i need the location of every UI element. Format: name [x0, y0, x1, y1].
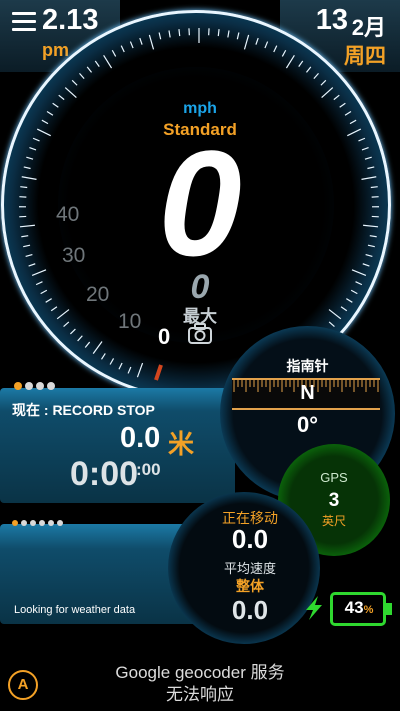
dial-tick	[127, 366, 132, 374]
average-speed-scope: 整体	[236, 578, 264, 594]
dial-tick	[64, 87, 77, 99]
record-status: 现在 : RECORD STOP	[12, 402, 155, 418]
speed-unit[interactable]: mph	[0, 100, 400, 118]
battery-tip	[386, 603, 392, 615]
dial-tick	[273, 45, 278, 53]
charging-bolt-icon	[306, 596, 322, 620]
dial-tick	[79, 72, 85, 80]
dial-tick	[136, 362, 144, 378]
dial-tick	[236, 32, 240, 40]
dial-tick	[100, 353, 106, 360]
dial-tick	[86, 66, 93, 73]
dial-tick	[58, 94, 65, 101]
compass-label: 指南针	[286, 358, 329, 374]
trip-distance-unit: 米	[168, 429, 195, 459]
dial-tick	[118, 362, 123, 370]
dial-tick	[139, 37, 143, 45]
weather-page-dots[interactable]	[12, 520, 63, 526]
gps-label: GPS	[320, 470, 348, 485]
dial-tick	[148, 34, 155, 50]
dial-tick	[285, 55, 295, 69]
dial-tick	[217, 29, 220, 37]
scale-label-30: 30	[62, 244, 86, 267]
dial-tick	[305, 66, 312, 73]
dial-tick	[129, 41, 134, 49]
dial-tick	[321, 87, 334, 99]
dial-tick	[281, 49, 287, 57]
trip-distance: 0.0	[120, 422, 161, 454]
dial-tick	[71, 79, 78, 86]
dial-tick	[158, 32, 162, 40]
dial-tick	[333, 94, 340, 101]
speed-needle	[154, 364, 163, 381]
dial-tick	[103, 55, 113, 69]
dial-tick	[298, 60, 304, 67]
dial-tick	[264, 41, 269, 49]
compass-degrees: 0°	[296, 412, 319, 437]
dial-tick	[109, 358, 115, 365]
dial-tick	[69, 328, 76, 335]
trip-page-dots[interactable]	[14, 382, 55, 390]
dial-tick	[320, 79, 327, 86]
weather-status: Looking for weather data	[14, 604, 136, 616]
geocoder-status-line2: 无法响应	[166, 685, 234, 704]
dial-tick	[92, 341, 103, 354]
dial-tick	[84, 341, 91, 348]
speed-marker-value: 0	[158, 324, 171, 349]
dial-tick	[94, 60, 100, 67]
trip-duration: 0:00	[70, 455, 139, 493]
battery-value: 43	[344, 598, 364, 617]
trip-duration-seconds: :00	[136, 460, 161, 479]
dial-tick	[313, 72, 319, 80]
camera-icon[interactable]	[187, 323, 213, 345]
battery-unit: %	[363, 604, 374, 616]
average-speed-label: 平均速度	[223, 561, 276, 576]
dial-tick	[178, 29, 181, 37]
scale-label-40: 40	[56, 203, 80, 226]
dial-tick	[120, 45, 125, 53]
moving-value: 0.0	[231, 524, 269, 554]
dial-tick	[168, 30, 171, 38]
dial-tick	[255, 37, 259, 45]
dial-tick	[227, 30, 230, 38]
dial-tick	[77, 335, 83, 342]
dial-tick	[243, 34, 250, 50]
dial-tick	[111, 49, 117, 57]
battery-level: 43%	[333, 598, 385, 618]
compass-heading: N	[300, 382, 315, 404]
